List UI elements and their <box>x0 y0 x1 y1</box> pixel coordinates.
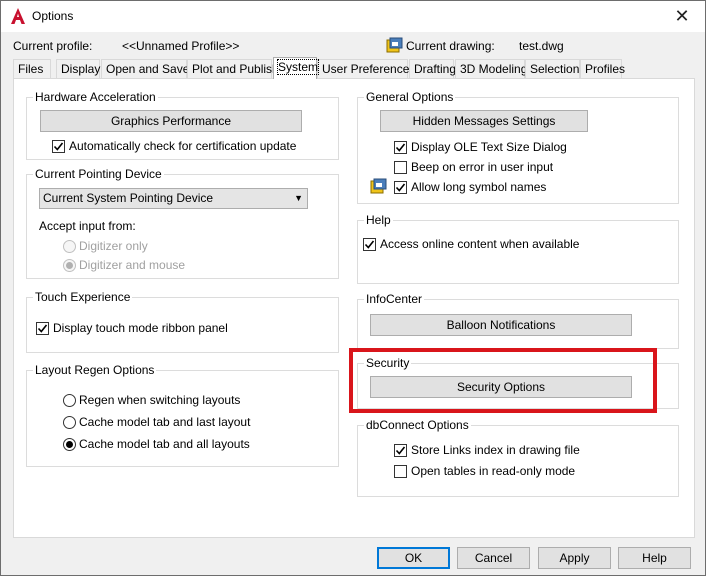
cancel-button[interactable]: Cancel <box>457 547 530 569</box>
checkbox-label: Beep on error in user input <box>411 160 554 174</box>
group-title: dbConnect Options <box>364 418 471 432</box>
close-button[interactable]: ✕ <box>659 1 705 32</box>
tab-selection[interactable]: Selection <box>525 59 580 79</box>
beep-on-error-checkbox[interactable]: Beep on error in user input <box>394 160 553 174</box>
tab-system[interactable]: System <box>273 57 320 79</box>
checkbox-unchecked-icon <box>394 160 407 174</box>
chevron-down-icon: ▼ <box>294 193 303 203</box>
digitizer-only-radio[interactable]: Digitizer only <box>63 239 148 253</box>
allow-long-symbol-names-checkbox[interactable]: Allow long symbol names <box>394 180 546 194</box>
current-drawing-label: Current drawing: <box>406 39 495 53</box>
checkbox-label: Display touch mode ribbon panel <box>53 321 228 335</box>
autocad-logo-icon <box>11 8 25 24</box>
layout-regen-group: Layout Regen Options Regen when switchin… <box>26 363 339 467</box>
help-group: Help Access online content when availabl… <box>357 213 679 284</box>
drawing-setting-icon <box>370 178 387 194</box>
options-dialog: Options ✕ Current profile: <<Unnamed Pro… <box>0 0 706 576</box>
infocenter-group: InfoCenter Balloon Notifications <box>357 292 679 349</box>
regen-switching-layouts-radio[interactable]: Regen when switching layouts <box>63 393 240 407</box>
group-title: Hardware Acceleration <box>33 90 158 104</box>
group-title: Layout Regen Options <box>33 363 157 377</box>
drawing-file-icon <box>386 37 403 53</box>
tab-user-preferences[interactable]: User Preferences <box>317 59 415 79</box>
dbconnect-options-group: dbConnect Options Store Links index in d… <box>357 418 679 497</box>
group-title: Help <box>364 213 393 227</box>
tab-files[interactable]: Files <box>13 59 51 79</box>
checkbox-unchecked-icon <box>394 464 407 478</box>
tab-open-and-save[interactable]: Open and Save <box>101 59 189 79</box>
group-title: InfoCenter <box>364 292 425 306</box>
hidden-messages-settings-button[interactable]: Hidden Messages Settings <box>380 110 588 132</box>
system-tab-panel: Hardware Acceleration Graphics Performan… <box>13 78 695 538</box>
title-bar: Options ✕ <box>1 1 705 32</box>
store-links-index-checkbox[interactable]: Store Links index in drawing file <box>394 443 580 457</box>
tab-3d-modeling[interactable]: 3D Modeling <box>455 59 527 79</box>
pointing-device-group: Current Pointing Device Current System P… <box>26 167 339 279</box>
security-highlight-box <box>349 348 657 413</box>
digitizer-and-mouse-radio[interactable]: Digitizer and mouse <box>63 258 185 272</box>
cache-all-layouts-radio[interactable]: Cache model tab and all layouts <box>63 437 250 451</box>
tab-plot-and-publish[interactable]: Plot and Publish <box>187 59 279 79</box>
checkbox-label: Access online content when available <box>380 237 580 251</box>
cache-last-layout-radio[interactable]: Cache model tab and last layout <box>63 415 250 429</box>
checkbox-label: Open tables in read-only mode <box>411 464 576 478</box>
tab-display[interactable]: Display <box>56 59 100 79</box>
open-tables-read-only-checkbox[interactable]: Open tables in read-only mode <box>394 464 575 478</box>
window-title: Options <box>32 9 74 23</box>
accept-input-label: Accept input from: <box>39 219 136 233</box>
access-online-content-checkbox[interactable]: Access online content when available <box>363 237 579 251</box>
hardware-acceleration-group: Hardware Acceleration Graphics Performan… <box>26 90 339 160</box>
checkbox-checked-icon <box>394 443 407 457</box>
tab-profiles[interactable]: Profiles <box>580 59 625 79</box>
help-button[interactable]: Help <box>618 547 691 569</box>
pointing-device-select[interactable]: Current System Pointing Device ▼ <box>39 188 308 209</box>
current-drawing-value: test.dwg <box>519 39 564 53</box>
checkbox-checked-icon <box>36 321 49 335</box>
graphics-performance-button[interactable]: Graphics Performance <box>40 110 302 132</box>
checkbox-label: Allow long symbol names <box>411 180 547 194</box>
checkbox-label: Store Links index in drawing file <box>411 443 580 457</box>
ok-button[interactable]: OK <box>377 547 450 569</box>
checkbox-checked-icon <box>363 237 376 251</box>
current-profile-label: Current profile: <box>13 39 93 53</box>
checkbox-label: Automatically check for certification up… <box>69 139 297 153</box>
close-icon: ✕ <box>674 6 690 26</box>
checkbox-checked-icon <box>394 180 407 194</box>
touch-ribbon-checkbox[interactable]: Display touch mode ribbon panel <box>36 321 228 335</box>
touch-experience-group: Touch Experience Display touch mode ribb… <box>26 290 339 353</box>
checkbox-checked-icon <box>394 140 407 154</box>
tab-drafting[interactable]: Drafting <box>409 59 456 79</box>
group-title: General Options <box>364 90 456 104</box>
current-profile-value: <<Unnamed Profile>> <box>122 39 240 53</box>
balloon-notifications-button[interactable]: Balloon Notifications <box>370 314 632 336</box>
group-title: Touch Experience <box>33 290 133 304</box>
display-ole-dialog-checkbox[interactable]: Display OLE Text Size Dialog <box>394 140 567 154</box>
apply-button[interactable]: Apply <box>538 547 611 569</box>
auto-check-certification-checkbox[interactable]: Automatically check for certification up… <box>52 139 296 153</box>
group-title: Current Pointing Device <box>33 167 164 181</box>
checkbox-label: Display OLE Text Size Dialog <box>411 140 567 154</box>
general-options-group: General Options Hidden Messages Settings… <box>357 90 679 204</box>
checkbox-checked-icon <box>52 139 65 153</box>
